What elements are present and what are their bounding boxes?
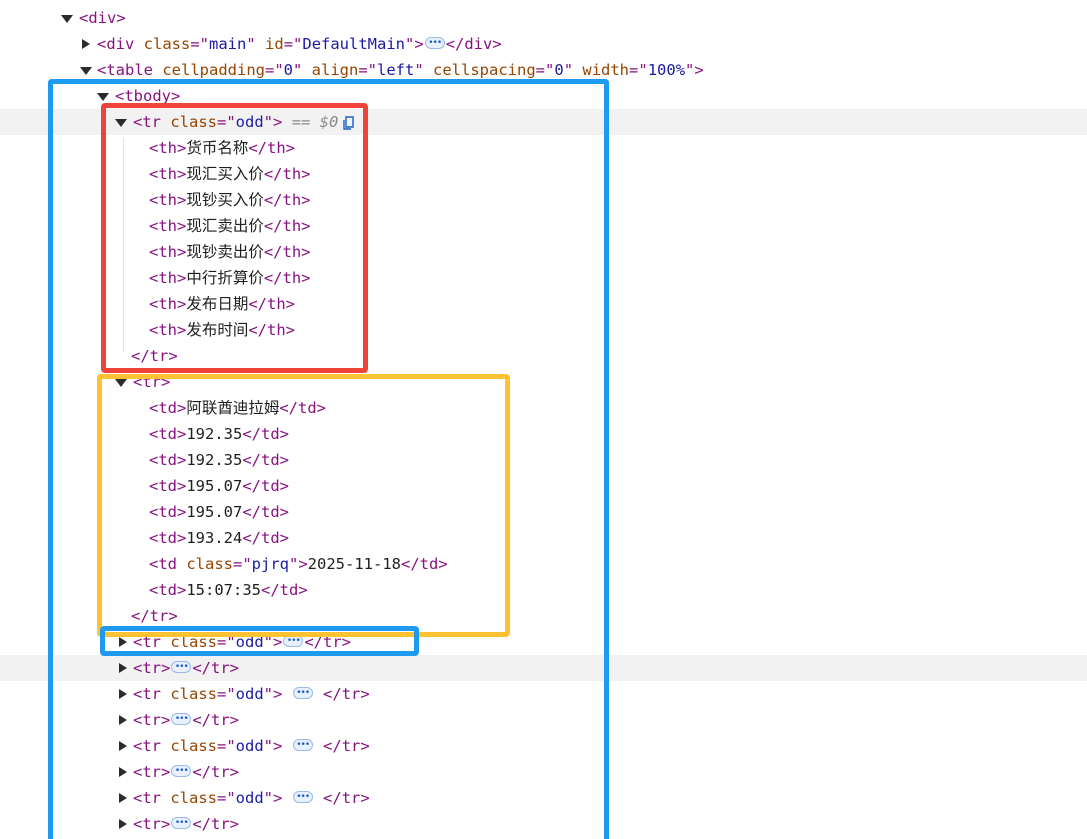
collapse-triangle-icon[interactable] [117,681,129,707]
collapse-triangle-icon[interactable] [117,629,129,655]
dom-node-th[interactable]: <th>现汇卖出价</th> [0,213,1087,239]
collapse-triangle-icon[interactable] [117,707,129,733]
dom-node-th[interactable]: <th>中行折算价</th> [0,265,1087,291]
dom-node-tr-close[interactable]: </tr> [0,603,1087,629]
expand-ellipsis-button[interactable] [424,30,445,56]
copy-icon[interactable] [342,113,356,130]
tag-text: <div> [79,9,126,27]
expand-ellipsis-button[interactable] [171,810,192,836]
expand-ellipsis-button[interactable] [171,706,192,732]
expand-ellipsis-button[interactable] [171,758,192,784]
collapse-triangle-icon[interactable] [80,31,92,57]
dom-node-td[interactable]: <td>193.24</td> [0,525,1087,551]
dom-node-tr-collapsed[interactable]: <tr class="odd"> </tr> [0,784,1087,811]
dom-node-tr-close[interactable]: </tr> [0,343,1087,369]
dom-node-tr-collapsed[interactable]: <tr></tr> [0,654,1087,681]
dom-node-tr-collapsed[interactable]: <tr class="odd"></tr> [0,628,1087,655]
collapse-triangle-icon[interactable] [117,733,129,759]
elements-dom-tree: <div> <div class="main" id="DefaultMain"… [0,0,1087,839]
collapse-triangle-icon[interactable] [117,759,129,785]
expand-triangle-icon[interactable] [61,5,73,31]
expand-triangle-icon[interactable] [97,83,109,109]
dom-node-td[interactable]: <td>192.35</td> [0,421,1087,447]
expand-ellipsis-button[interactable] [292,784,313,810]
expand-triangle-icon[interactable] [115,109,127,135]
dom-node-th[interactable]: <th>现钞买入价</th> [0,187,1087,213]
expand-ellipsis-button[interactable] [283,628,304,654]
expand-triangle-icon[interactable] [115,369,127,395]
dom-node-div[interactable]: <div> [0,5,1087,31]
dom-node-td[interactable]: <td>阿联酋迪拉姆</td> [0,395,1087,421]
dom-node-tr-collapsed[interactable]: <tr></tr> [0,758,1087,785]
dom-node-th[interactable]: <th>发布日期</th> [0,291,1087,317]
dom-node-td-date[interactable]: <td class="pjrq">2025-11-18</td> [0,551,1087,577]
dom-node-tbody[interactable]: <tbody> [0,83,1087,109]
expand-triangle-icon[interactable] [80,57,92,83]
dom-node-td[interactable]: <td>15:07:35</td> [0,577,1087,603]
collapse-triangle-icon[interactable] [117,655,129,681]
dom-node-th[interactable]: <th>现钞卖出价</th> [0,239,1087,265]
dom-node-tr-collapsed[interactable]: <tr></tr> [0,810,1087,837]
dom-node-td[interactable]: <td>192.35</td> [0,447,1087,473]
expand-ellipsis-button[interactable] [171,654,192,680]
dom-node-tr-collapsed[interactable]: <tr class="odd"> </tr> [0,680,1087,707]
expand-ellipsis-button[interactable] [292,680,313,706]
dom-node-tr-collapsed[interactable]: <tr class="odd"> </tr> [0,732,1087,759]
dom-node-div-main[interactable]: <div class="main" id="DefaultMain"></div… [0,30,1087,57]
dom-node-tr-header-selected[interactable]: <tr class="odd"> == $0 [0,109,1087,135]
dom-node-tr-collapsed[interactable]: <tr></tr> [0,706,1087,733]
dom-node-td[interactable]: <td>195.07</td> [0,473,1087,499]
dom-node-th[interactable]: <th>货币名称</th> [0,135,1087,161]
dom-node-tr-data[interactable]: <tr> [0,369,1087,395]
dom-node-table[interactable]: <table cellpadding="0" align="left" cell… [0,57,1087,83]
dom-node-th[interactable]: <th>发布时间</th> [0,317,1087,343]
collapse-triangle-icon[interactable] [117,811,129,837]
selected-node-marker: == $0 [291,113,339,131]
collapse-triangle-icon[interactable] [117,785,129,811]
dom-node-th[interactable]: <th>现汇买入价</th> [0,161,1087,187]
expand-ellipsis-button[interactable] [292,732,313,758]
dom-node-td[interactable]: <td>195.07</td> [0,499,1087,525]
